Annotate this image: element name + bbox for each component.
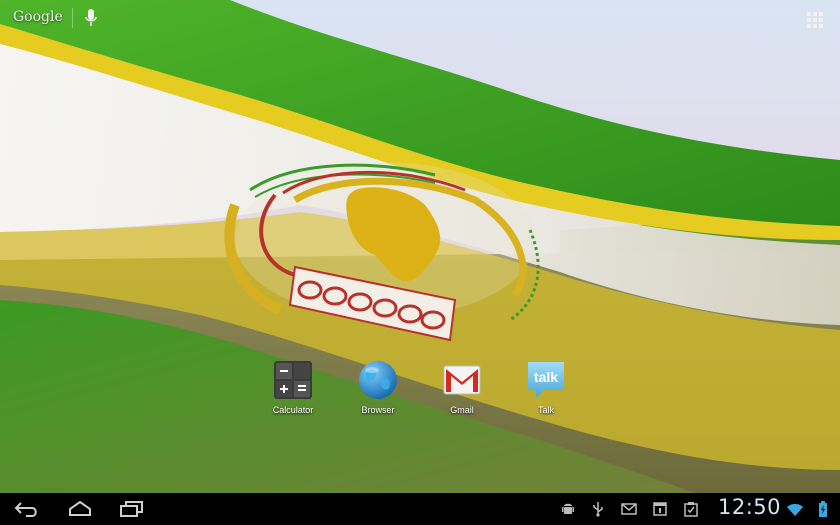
wifi-icon[interactable] xyxy=(786,501,804,517)
gmail-icon xyxy=(440,358,484,402)
recent-apps-icon[interactable] xyxy=(119,499,145,519)
talk-icon: talk xyxy=(524,358,568,402)
talk-shortcut[interactable]: talk Talk xyxy=(511,358,581,415)
calculator-shortcut[interactable]: Calculator xyxy=(258,358,328,415)
mic-icon[interactable] xyxy=(84,8,98,28)
wallpaper xyxy=(0,0,840,525)
home-shortcuts: Calculator Browser Gmail talk Talk xyxy=(0,358,840,420)
google-search-label[interactable]: Google xyxy=(13,9,63,25)
browser-label: Browser xyxy=(361,405,395,415)
system-bar: 12:50 xyxy=(0,493,840,525)
all-apps-grid-icon[interactable] xyxy=(806,11,824,29)
gmail-label: Gmail xyxy=(450,405,474,415)
talk-icon-text: talk xyxy=(534,369,558,385)
home-icon[interactable] xyxy=(67,499,93,519)
status-clock[interactable]: 12:50 xyxy=(718,495,781,519)
calculator-icon xyxy=(271,358,315,402)
talk-label: Talk xyxy=(537,405,554,415)
browser-shortcut[interactable]: Browser xyxy=(343,358,413,415)
usb-icon[interactable] xyxy=(592,501,604,517)
top-bar: Google xyxy=(0,0,840,36)
android-debug-icon[interactable] xyxy=(561,501,575,517)
calendar-icon[interactable] xyxy=(653,501,667,517)
gmail-notification-icon[interactable] xyxy=(621,501,637,517)
clipboard-icon[interactable] xyxy=(684,501,698,517)
calculator-label: Calculator xyxy=(272,405,314,415)
back-icon[interactable] xyxy=(14,499,40,519)
gmail-shortcut[interactable]: Gmail xyxy=(427,358,497,415)
battery-icon[interactable] xyxy=(818,501,828,517)
search-divider xyxy=(72,8,73,28)
browser-globe-icon xyxy=(356,358,400,402)
